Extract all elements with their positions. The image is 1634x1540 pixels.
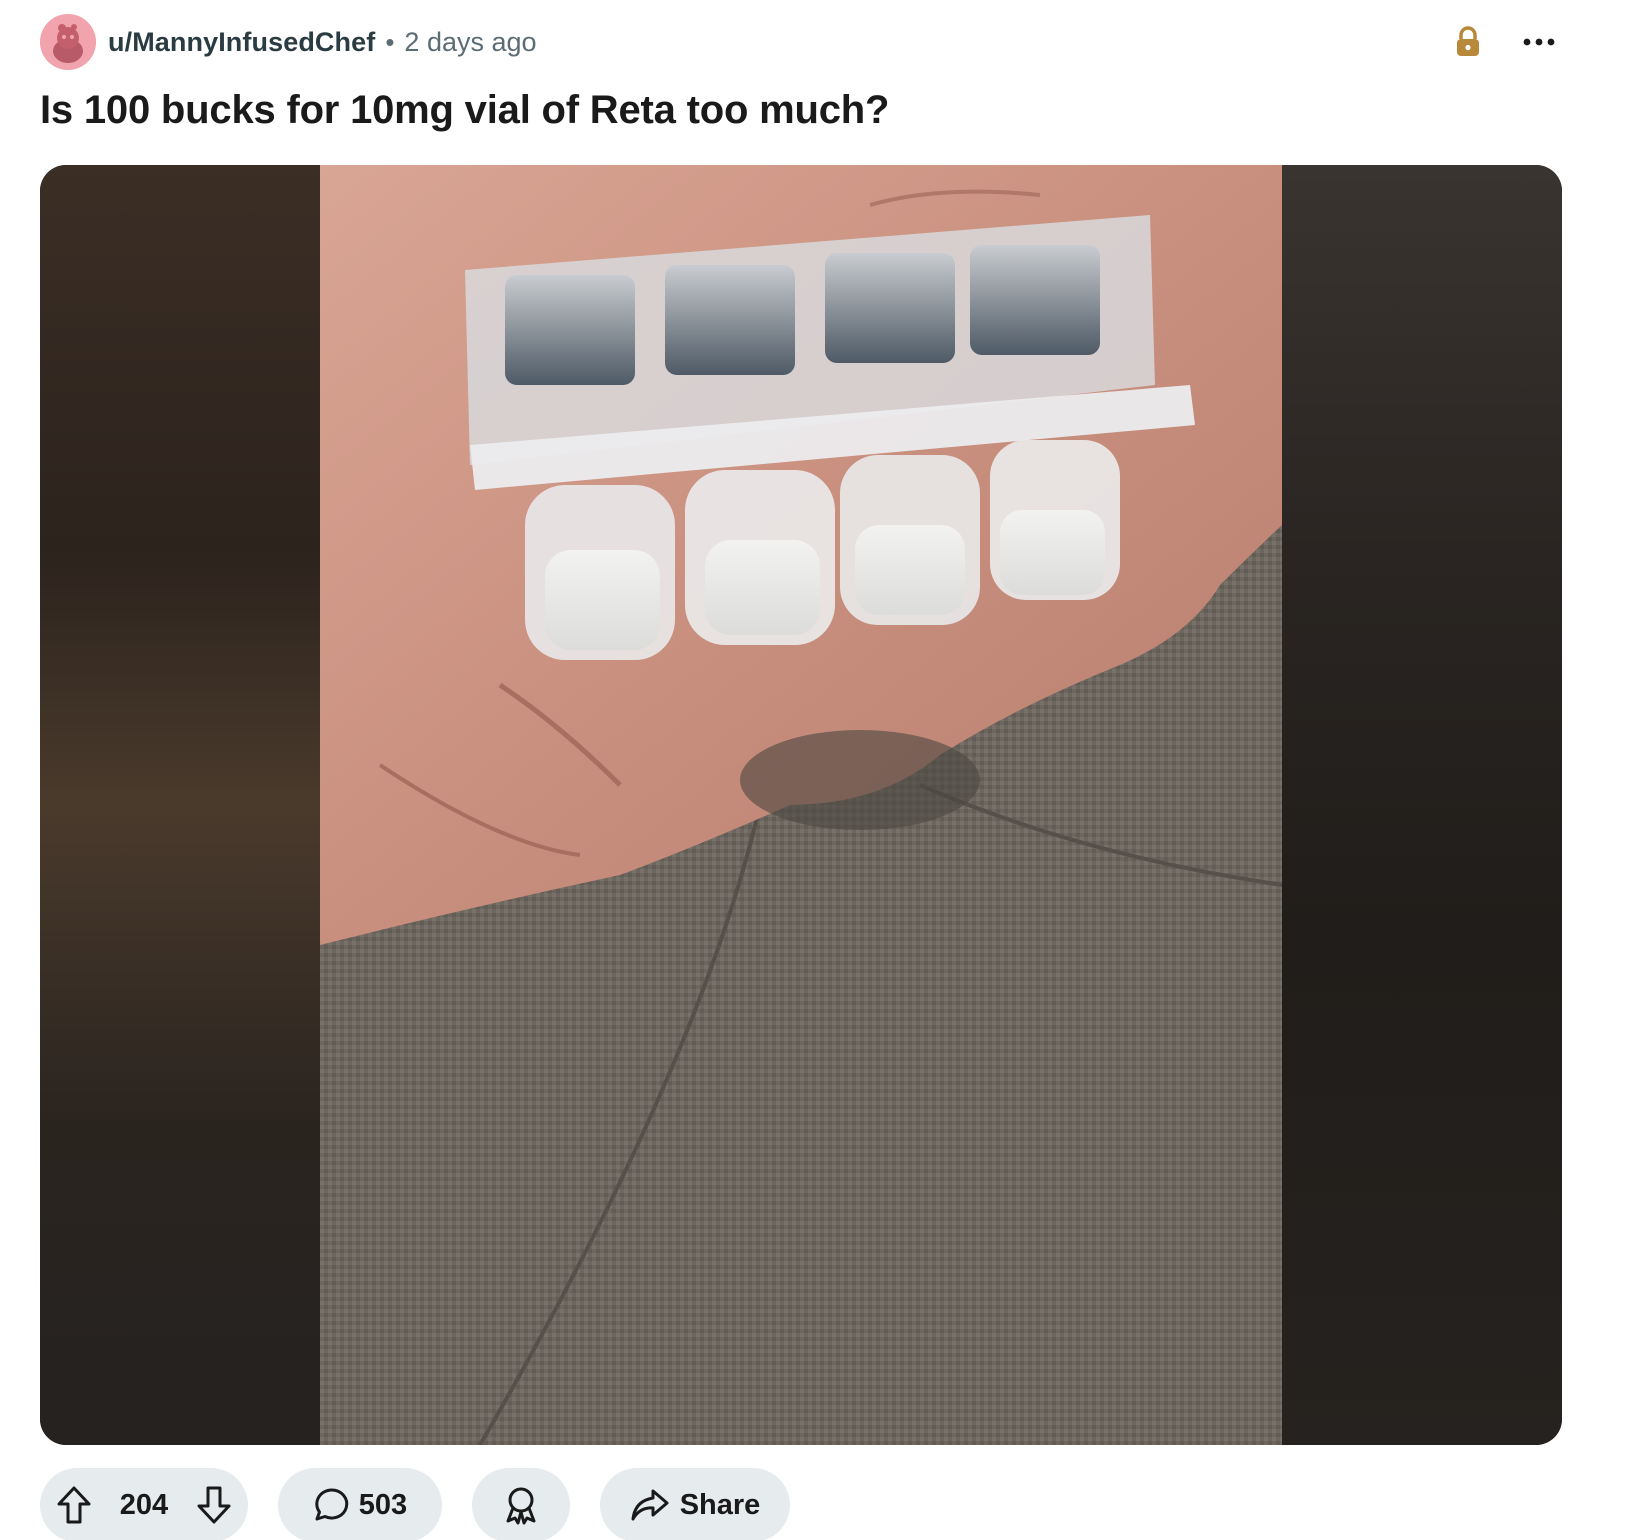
image-blur-backdrop-left	[40, 165, 320, 1445]
post-header: u/MannyInfusedChef • 2 days ago	[40, 14, 1560, 70]
share-label: Share	[679, 1488, 761, 1521]
post-title[interactable]: Is 100 bucks for 10mg vial of Reta too m…	[40, 88, 889, 133]
user-avatar[interactable]	[40, 14, 96, 70]
upvote-icon[interactable]	[56, 1485, 92, 1525]
image-blur-backdrop-right	[1282, 165, 1562, 1445]
header-actions	[1454, 22, 1560, 62]
lock-icon	[1457, 26, 1479, 56]
downvote-icon[interactable]	[196, 1485, 232, 1525]
award-icon	[506, 1487, 536, 1525]
post-card: u/MannyInfusedChef • 2 days ago Is 100 b…	[0, 0, 1634, 1540]
vote-control: 204	[40, 1468, 248, 1540]
comments-button[interactable]: 503	[278, 1468, 442, 1540]
vials-photo	[320, 165, 1282, 1445]
post-image[interactable]	[40, 165, 1562, 1445]
author-link[interactable]: u/MannyInfusedChef	[108, 27, 375, 58]
post-action-bar: 204 503 Share	[40, 1468, 790, 1540]
more-options-icon[interactable]	[1518, 22, 1560, 62]
vote-count: 204	[119, 1488, 169, 1521]
snoo-icon	[40, 14, 96, 70]
post-timestamp: 2 days ago	[404, 26, 537, 57]
comment-bubble-icon	[315, 1488, 349, 1521]
share-button[interactable]: Share	[600, 1468, 790, 1540]
comment-count: 503	[358, 1488, 408, 1521]
share-arrow-icon	[631, 1489, 669, 1521]
award-button[interactable]	[472, 1468, 570, 1540]
meta-separator: •	[385, 26, 395, 57]
